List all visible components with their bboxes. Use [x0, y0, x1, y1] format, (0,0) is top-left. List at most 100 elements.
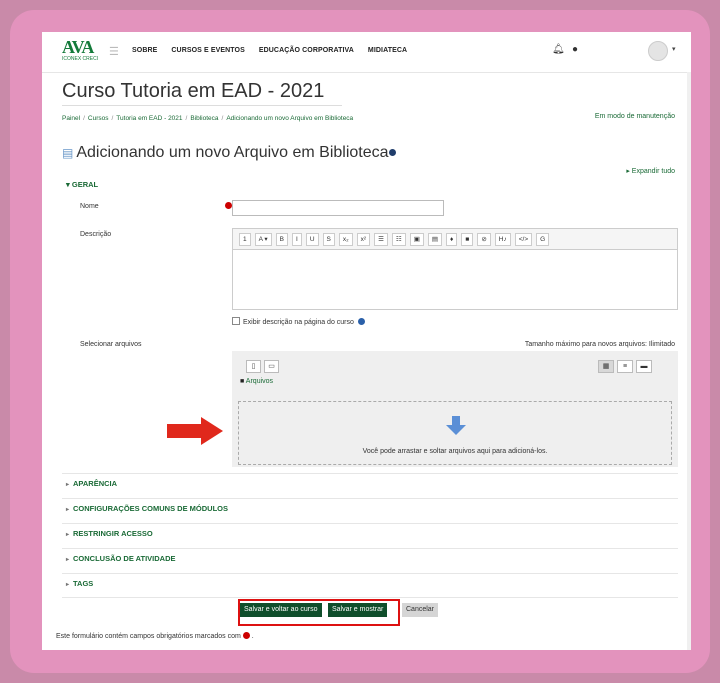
nav-link-midiateca[interactable]: MIDIATECA	[368, 47, 407, 54]
chevron-right-icon: ▸	[66, 482, 70, 488]
maintenance-link[interactable]: Em modo de manutenção	[595, 113, 675, 120]
menu-icon[interactable]: ☰	[109, 45, 119, 58]
section-divider	[62, 523, 678, 524]
section-divider	[62, 548, 678, 549]
create-folder-icon[interactable]: ▭	[264, 360, 279, 373]
breadcrumb-item[interactable]: Painel	[62, 115, 80, 122]
editor-button-media[interactable]: ▤	[427, 232, 443, 246]
section-geral[interactable]: ▾ GERAL	[66, 180, 98, 189]
checkbox-icon[interactable]	[232, 317, 240, 325]
folder-icon: ■	[240, 378, 245, 385]
course-title: Curso Tutoria em EAD - 2021	[62, 80, 325, 102]
editor-button-image[interactable]: ▣	[409, 232, 424, 246]
editor-button-strike[interactable]: S	[322, 232, 335, 246]
section-aparencia[interactable]: ▸ APARÊNCIA	[66, 479, 117, 488]
drop-zone[interactable]: Você pode arrastar e soltar arquivos aqu…	[238, 401, 672, 465]
section-tags[interactable]: ▸ TAGS	[66, 579, 93, 588]
section-label: TAGS	[73, 579, 94, 588]
breadcrumb-item[interactable]: Adicionando um novo Arquivo em Bibliotec…	[226, 115, 353, 122]
bell-icon[interactable]: 🔔︎	[552, 44, 565, 55]
description-editor[interactable]: 1 A ▾ B I U S x₂ x² ☰ ☷ ▣ ▤ ♦ ■ ⊘ H♪ </>…	[232, 228, 678, 310]
editor-button-underline[interactable]: U	[305, 232, 319, 246]
footnote-text: Este formulário contém campos obrigatóri…	[56, 633, 241, 640]
folder-item[interactable]: ■ Arquivos	[240, 378, 273, 385]
nav-links: SOBRE CURSOS E EVENTOS EDUCAÇÃO CORPORAT…	[132, 47, 407, 54]
chat-icon[interactable]: ●	[572, 44, 578, 55]
required-footnote: Este formulário contém campos obrigatóri…	[56, 632, 254, 640]
section-configuracoes[interactable]: ▸ CONFIGURAÇÕES COMUNS DE MÓDULOS	[66, 504, 228, 513]
section-label: APARÊNCIA	[73, 479, 118, 488]
section-conclusao[interactable]: ▸ CONCLUSÃO DE ATIVIDADE	[66, 554, 176, 563]
footnote-end: .	[251, 633, 254, 640]
section-divider	[62, 473, 678, 474]
chevron-down-icon[interactable]: ▾	[672, 45, 676, 53]
name-input[interactable]	[232, 200, 444, 216]
editor-button-h5p[interactable]: H♪	[494, 232, 511, 246]
section-divider	[62, 597, 678, 598]
page-heading-text: Adicionando um novo Arquivo em Bibliotec…	[76, 144, 389, 161]
breadcrumb-item[interactable]: Tutoria em EAD - 2021	[116, 115, 182, 122]
add-file-icon[interactable]: ▯	[246, 360, 261, 373]
section-label: CONFIGURAÇÕES COMUNS DE MÓDULOS	[73, 504, 229, 513]
description-label: Descrição	[80, 231, 112, 238]
scrollbar[interactable]	[687, 72, 691, 650]
editor-button-toggle[interactable]: 1	[239, 232, 251, 246]
editor-button-record-video[interactable]: ■	[461, 232, 474, 246]
tree-view-icon[interactable]: ▬	[636, 360, 652, 373]
logo-subtext: ICONEX CRECI	[62, 56, 99, 62]
save-return-button[interactable]: Salvar e voltar ao curso	[240, 603, 322, 617]
nav-link-cursos[interactable]: CURSOS E EVENTOS	[171, 47, 244, 54]
user-avatar[interactable]	[648, 41, 668, 61]
moodle-screenshot: AVA ICONEX CRECI ☰ SOBRE CURSOS E EVENTO…	[42, 32, 691, 650]
site-logo[interactable]: AVA ICONEX CRECI	[62, 38, 102, 66]
editor-button-google[interactable]: G	[536, 232, 550, 246]
cancel-button[interactable]: Cancelar	[402, 603, 439, 617]
name-label: Nome	[80, 203, 99, 210]
editor-button-html[interactable]: </>	[514, 232, 533, 246]
chevron-right-icon: ▸	[66, 557, 70, 563]
pointer-arrow-icon	[167, 417, 223, 445]
expand-all-label: Expandir tudo	[631, 168, 675, 175]
title-divider	[62, 105, 342, 106]
page-heading: ▤ Adicionando um novo Arquivo em Bibliote…	[62, 144, 396, 162]
grid-view-icon[interactable]: ▦	[598, 360, 614, 373]
section-geral-label: GERAL	[71, 180, 99, 189]
section-label: RESTRINGIR ACESSO	[73, 529, 153, 538]
editor-button-link[interactable]: ⊘	[477, 232, 491, 246]
editor-button-bold[interactable]: B	[275, 232, 289, 246]
document-icon: ▤	[62, 146, 74, 160]
section-divider	[62, 498, 678, 499]
nav-link-sobre[interactable]: SOBRE	[132, 47, 157, 54]
editor-button-superscript[interactable]: x²	[356, 232, 371, 246]
folder-label: Arquivos	[245, 378, 274, 385]
required-icon	[225, 202, 232, 209]
help-icon[interactable]	[357, 318, 365, 325]
section-divider	[62, 573, 678, 574]
breadcrumb-item[interactable]: Biblioteca	[190, 115, 218, 122]
editor-button-record-audio[interactable]: ♦	[446, 232, 458, 246]
chevron-right-icon: ▸	[66, 507, 70, 513]
section-restringir[interactable]: ▸ RESTRINGIR ACESSO	[66, 529, 153, 538]
expand-all-link[interactable]: ▸ Expandir tudo	[626, 167, 675, 175]
help-icon[interactable]	[388, 149, 396, 156]
drop-text: Você pode arrastar e soltar arquivos aqu…	[362, 448, 548, 455]
breadcrumb-item[interactable]: Cursos	[88, 115, 109, 122]
breadcrumb: Painel / Cursos / Tutoria em EAD - 2021/Bibl…	[62, 115, 354, 122]
nav-link-educacao[interactable]: EDUCAÇÃO CORPORATIVA	[259, 47, 354, 54]
editor-toolbar: 1 A ▾ B I U S x₂ x² ☰ ☷ ▣ ▤ ♦ ■ ⊘ H♪ </>…	[233, 229, 677, 250]
top-navbar: AVA ICONEX CRECI ☰ SOBRE CURSOS E EVENTO…	[42, 32, 691, 73]
editor-button-italic[interactable]: I	[292, 232, 302, 246]
editor-button-subscript[interactable]: x₂	[338, 232, 353, 246]
drop-arrow-icon	[446, 416, 466, 435]
editor-button-font[interactable]: A ▾	[254, 232, 272, 246]
editor-button-unordered-list[interactable]: ☰	[374, 232, 388, 246]
show-description-checkbox[interactable]: Exibir descrição na página do curso	[232, 317, 365, 326]
save-show-button[interactable]: Salvar e mostrar	[328, 603, 388, 617]
editor-button-ordered-list[interactable]: ☷	[391, 232, 406, 246]
chevron-right-icon: ▸	[66, 582, 70, 588]
required-icon	[242, 632, 250, 639]
section-label: CONCLUSÃO DE ATIVIDADE	[73, 554, 176, 563]
max-size-text: Tamanho máximo para novos arquivos: Ilim…	[524, 341, 675, 348]
show-description-label: Exibir descrição na página do curso	[243, 319, 354, 326]
list-view-icon[interactable]: ≡	[617, 360, 633, 373]
